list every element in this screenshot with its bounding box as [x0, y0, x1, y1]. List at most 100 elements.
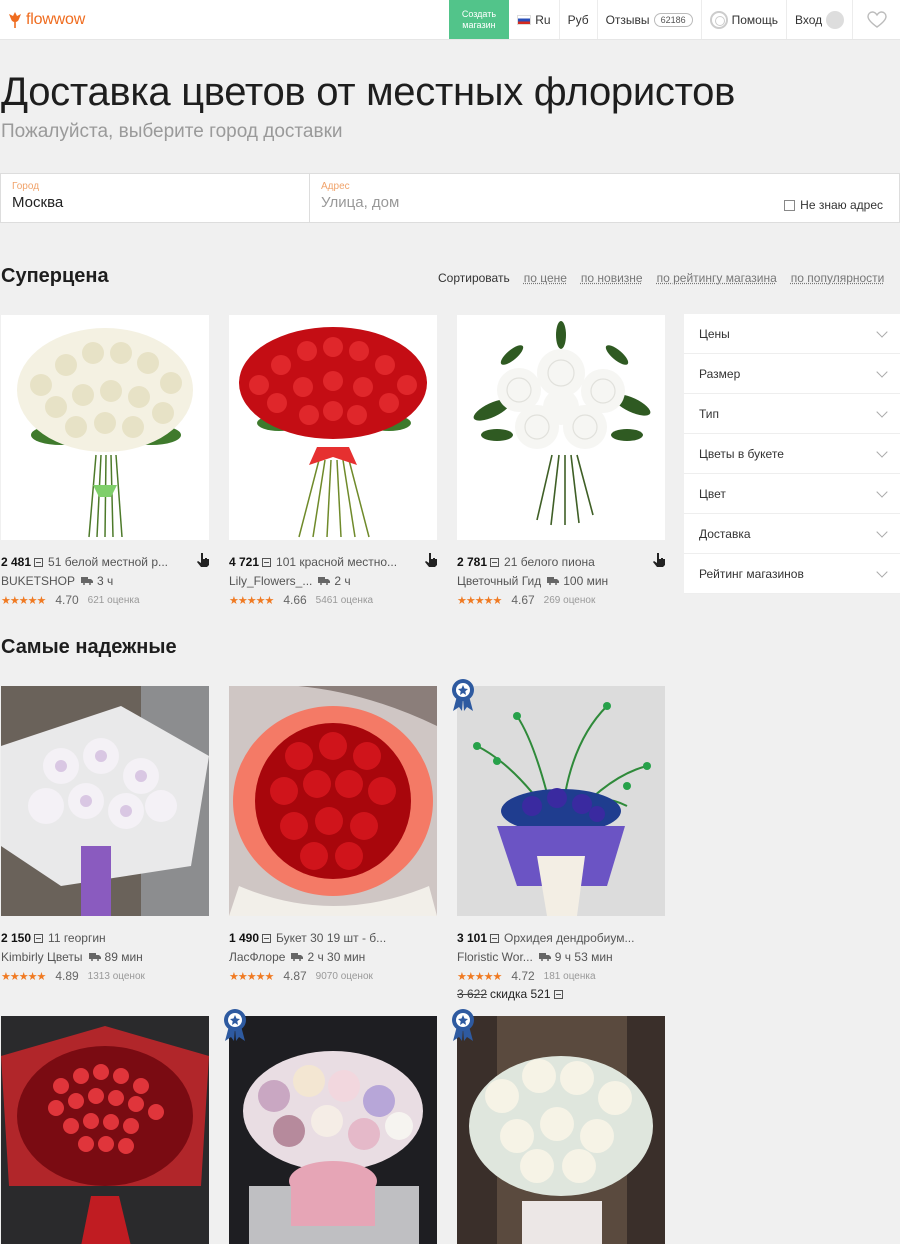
shop-name[interactable]: Lily_Flowers_... [229, 574, 312, 588]
product-card[interactable] [1, 1016, 209, 1244]
product-card[interactable]: 1 490 Букет 30 19 шт - б... ЛасФлоре 2 ч… [229, 686, 437, 983]
login-button[interactable]: Вход [787, 0, 854, 39]
product-card[interactable]: 2 481 51 белой местной р... BUKETSHOP 3 … [1, 315, 209, 607]
white-peonies-bouquet-image [473, 321, 651, 526]
product-name[interactable]: 11 георгин [48, 931, 106, 945]
product-card[interactable]: 2 150 11 георгин Kimbirly Цветы 89 мин ★… [1, 686, 209, 983]
product-name[interactable]: 21 белого пиона [504, 555, 595, 569]
unknown-address-label: Не знаю адрес [800, 198, 883, 212]
product-photo[interactable] [1, 686, 209, 916]
currency-selector[interactable]: Руб [560, 0, 598, 39]
hand-pointer-icon [425, 553, 437, 567]
chevron-down-icon [876, 485, 888, 498]
sort-by-shop-rating[interactable]: по рейтингу магазина [657, 271, 777, 285]
product-name[interactable]: 51 белой местной р... [48, 555, 168, 569]
product-photo[interactable] [457, 686, 665, 916]
red-roses-in-paper-image [229, 686, 437, 916]
filter-label: Доставка [699, 526, 751, 541]
create-shop-button[interactable]: Создать магазин [448, 0, 510, 39]
favorites-button[interactable] [853, 0, 900, 39]
filter-color[interactable]: Цвет [684, 474, 900, 514]
delivery-time: 3 ч [97, 574, 114, 588]
shop-delivery-line: Kimbirly Цветы 89 мин [1, 950, 209, 964]
shop-name[interactable]: Цветочный Гид [457, 574, 541, 588]
login-label: Вход [794, 12, 823, 27]
filter-shop-rating[interactable]: Рейтинг магазинов [684, 554, 900, 594]
product-card[interactable] [452, 1009, 665, 1244]
filters-panel: Цены Размер Тип Цветы в букете Цвет Дост… [684, 314, 900, 594]
hand-pointer-icon [197, 553, 209, 567]
page-subtitle: Пожалуйста, выберите город доставки [1, 121, 343, 142]
product-photo[interactable] [457, 315, 665, 540]
shop-delivery-line: Lily_Flowers_... 2 ч [229, 574, 437, 588]
dahlias-bouquet-image [1, 686, 209, 916]
ruble-icon [34, 557, 44, 567]
product-card[interactable]: 4 721 101 красной местно... Lily_Flowers… [229, 315, 437, 607]
checkbox-box[interactable] [784, 199, 796, 211]
rating-value: 4.67 [511, 593, 535, 607]
help-link[interactable]: Помощь [702, 0, 787, 39]
filter-size[interactable]: Размер [684, 354, 900, 394]
filter-flowers[interactable]: Цветы в букете [684, 434, 900, 474]
filter-label: Тип [699, 406, 720, 421]
chevron-down-icon [876, 325, 888, 338]
product-title-line: 2 781 21 белого пиона [457, 553, 665, 569]
sort-by-newness[interactable]: по новизне [581, 271, 643, 285]
product-photo[interactable] [1, 315, 209, 540]
filter-delivery[interactable]: Доставка [684, 514, 900, 554]
product-card[interactable]: 2 781 21 белого пиона Цветочный Гид 100 … [457, 315, 665, 607]
product-card[interactable] [224, 1009, 437, 1244]
product-photo[interactable] [229, 686, 437, 916]
russia-flag-icon [517, 14, 532, 25]
product-title-line: 4 721 101 красной местно... [229, 553, 437, 569]
votes-count: 1313 оценок [87, 970, 145, 982]
product-card[interactable]: 3 101 Орхидея дендробиум... Floristic Wo… [452, 679, 665, 1001]
rating-value: 4.72 [511, 969, 535, 983]
product-name[interactable]: Букет 30 19 шт - б... [276, 931, 386, 945]
logo[interactable]: flowwow [0, 0, 449, 39]
red-roses-bouquet-image [239, 327, 427, 538]
create-shop-line1: Создать [461, 8, 497, 19]
verified-ribbon-icon [452, 1009, 474, 1041]
shop-name[interactable]: Kimbirly Цветы [1, 950, 83, 964]
filter-type[interactable]: Тип [684, 394, 900, 434]
sort-by-price[interactable]: по цене [524, 271, 567, 285]
product-title-line: 3 101 Орхидея дендробиум... [457, 931, 665, 945]
product-photo[interactable] [457, 1016, 665, 1244]
sort-label: Сортировать [438, 271, 510, 285]
truck-icon [291, 953, 304, 961]
lifebuoy-icon [709, 10, 728, 29]
sort-by-popularity[interactable]: по популярности [791, 271, 885, 285]
votes-count: 621 оценка [87, 594, 140, 606]
product-title-line: 1 490 Букет 30 19 шт - б... [229, 931, 437, 945]
product-photo[interactable] [229, 1016, 437, 1244]
shop-delivery-line: BUKETSHOP 3 ч [1, 574, 209, 588]
product-name[interactable]: Орхидея дендробиум... [504, 931, 634, 945]
chevron-down-icon [876, 445, 888, 458]
city-field[interactable]: Город Москва [1, 174, 310, 222]
hand-pointer-icon [653, 553, 665, 567]
product-price: 2 481 [1, 555, 32, 569]
product-photo[interactable] [1, 1016, 209, 1244]
unknown-address-checkbox[interactable]: Не знаю адрес [784, 198, 883, 212]
filter-label: Цветы в букете [699, 446, 784, 461]
rating-line: ★★★★★ 4.70 621 оценка [1, 593, 209, 607]
product-price: 3 101 [457, 931, 488, 945]
votes-count: 9070 оценок [315, 970, 373, 982]
shop-name[interactable]: BUKETSHOP [1, 574, 75, 588]
rating-line: ★★★★★ 4.87 9070 оценок [229, 969, 437, 983]
product-name[interactable]: 101 красной местно... [276, 555, 397, 569]
ruble-icon [262, 557, 272, 567]
chevron-down-icon [876, 405, 888, 418]
truck-icon [318, 577, 331, 585]
chevron-down-icon [876, 365, 888, 378]
street-field[interactable]: Адрес Улица, дом Не знаю адрес [310, 174, 899, 222]
truck-icon [81, 577, 94, 585]
language-selector[interactable]: Ru [509, 0, 560, 39]
help-label: Помощь [731, 12, 778, 27]
filter-price[interactable]: Цены [684, 314, 900, 354]
shop-name[interactable]: ЛасФлоре [229, 950, 285, 964]
reviews-link[interactable]: Отзывы 62186 [598, 0, 702, 39]
shop-name[interactable]: Floristic Wor... [457, 950, 533, 964]
product-photo[interactable] [229, 315, 437, 540]
